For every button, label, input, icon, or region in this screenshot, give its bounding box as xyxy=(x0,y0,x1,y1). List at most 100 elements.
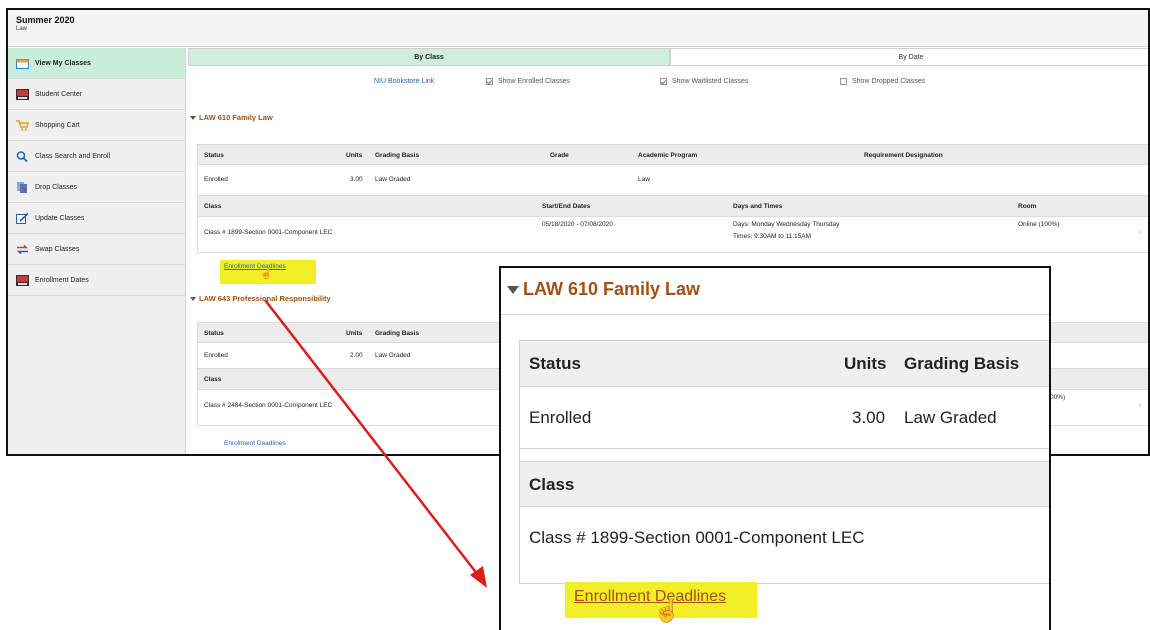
show-enrolled-checkbox[interactable]: Show Enrolled Classes xyxy=(486,78,570,85)
sidebar-item-class-search[interactable]: Class Search and Enroll xyxy=(8,141,185,172)
swap-icon xyxy=(16,244,29,255)
drop-classes-icon xyxy=(16,181,29,193)
calendar-dates-icon xyxy=(16,274,29,286)
sidebar-item-label: Update Classes xyxy=(35,214,85,222)
room-value: 00%) xyxy=(1050,394,1066,401)
sidebar-item-label: View My Classes xyxy=(35,59,91,67)
header-academic-program: Academic Program xyxy=(638,152,698,159)
sidebar-item-view-my-classes[interactable]: View My Classes xyxy=(8,48,185,79)
sidebar: View My Classes Student Center Shopping … xyxy=(8,48,186,454)
chevron-right-icon[interactable]: › xyxy=(1139,229,1141,236)
sidebar-item-label: Drop Classes xyxy=(35,183,78,191)
zoom-header-grading: Grading Basis xyxy=(904,354,1020,373)
zoom-callout: LAW 610 Family Law Status Units Grading … xyxy=(499,266,1051,630)
units-value: 3.00 xyxy=(350,176,363,183)
term-title: Summer 2020 xyxy=(16,15,75,25)
enrollment-deadlines-link[interactable]: Enrollment Deadlines xyxy=(224,440,286,447)
grid-header-row: Status Units Grading Basis Grade Academi… xyxy=(197,144,1148,165)
filter-label: Show Waitlisted Classes xyxy=(672,78,749,85)
header-dates: Start/End Dates xyxy=(542,203,591,210)
zoom-course-title: LAW 610 Family Law xyxy=(507,279,700,300)
enrollment-deadlines-link[interactable]: Enrollment Deadlines xyxy=(574,588,726,606)
sidebar-item-drop-classes[interactable]: Drop Classes xyxy=(8,172,185,203)
header-requirement: Requirement Designation xyxy=(864,152,943,159)
tab-by-date[interactable]: By Date xyxy=(670,48,1148,66)
class-value: Class # 2484-Section 0001-Component LEC xyxy=(204,402,333,409)
zoom-header-row: Class xyxy=(520,461,1049,507)
sidebar-item-label: Enrollment Dates xyxy=(35,276,89,284)
zoom-class-value: Class # 1899-Section 0001-Component LEC xyxy=(529,528,865,547)
zoom-header-status: Status xyxy=(529,354,581,373)
table-row: Enrolled 3.00 Law Graded Law xyxy=(197,165,1148,196)
sidebar-item-enrollment-dates[interactable]: Enrollment Dates xyxy=(8,265,185,296)
zoom-grid: Status Units Grading Basis Enrolled 3.00… xyxy=(519,340,1049,584)
header-class: Class xyxy=(204,203,222,210)
sidebar-item-shopping-cart[interactable]: Shopping Cart xyxy=(8,110,185,141)
calendar-icon xyxy=(16,58,29,69)
arrow-head-icon xyxy=(470,566,487,588)
view-tabs: By Class By Date xyxy=(188,48,1148,66)
course-title-text: LAW 643 Professional Responsibility xyxy=(199,294,331,303)
search-icon xyxy=(16,150,29,162)
header-grade: Grade xyxy=(550,152,569,159)
zoom-title-text: LAW 610 Family Law xyxy=(523,279,701,299)
term-subtitle: Law xyxy=(16,26,28,32)
course-title-text: LAW 610 Family Law xyxy=(199,113,273,122)
header-units: Units xyxy=(346,330,363,337)
filter-label: Show Dropped Classes xyxy=(852,78,926,85)
sidebar-item-update-classes[interactable]: Update Classes xyxy=(8,203,185,234)
grading-value: Law Graded xyxy=(375,352,411,359)
times-value: Times: 9:30AM to 11:15AM xyxy=(733,233,812,240)
status-value: Enrolled xyxy=(204,352,228,359)
header-units: Units xyxy=(346,152,363,159)
student-center-icon xyxy=(16,88,29,100)
sidebar-item-label: Swap Classes xyxy=(35,245,80,253)
zoom-units-value: 3.00 xyxy=(852,408,886,427)
grid-header-row: Class Start/End Dates Days and Times Roo… xyxy=(197,196,1148,217)
course-title-law610[interactable]: LAW 610 Family Law xyxy=(190,113,273,122)
course-title-law643[interactable]: LAW 643 Professional Responsibility xyxy=(190,294,331,303)
tab-by-class[interactable]: By Class xyxy=(188,48,670,66)
program-value: Law xyxy=(638,176,650,183)
hand-cursor-icon: ☝ xyxy=(260,269,273,280)
zoom-grading-value: Law Graded xyxy=(904,408,997,427)
bookstore-link[interactable]: NIU Bookstore Link xyxy=(374,78,434,85)
header-grading-basis: Grading Basis xyxy=(375,330,420,337)
collapse-triangle-icon[interactable] xyxy=(190,115,196,120)
header-days-times: Days and Times xyxy=(733,203,783,210)
show-dropped-checkbox[interactable]: Show Dropped Classes xyxy=(840,78,925,85)
checkbox-icon xyxy=(486,78,493,85)
room-value: Online (100%) xyxy=(1018,221,1060,228)
zoom-status-value: Enrolled xyxy=(529,408,592,427)
checkbox-icon xyxy=(840,78,847,85)
shopping-cart-icon xyxy=(16,119,29,131)
sidebar-item-label: Shopping Cart xyxy=(35,121,80,129)
sidebar-item-student-center[interactable]: Student Center xyxy=(8,79,185,110)
show-waitlisted-checkbox[interactable]: Show Waitlisted Classes xyxy=(660,78,748,85)
header-room: Room xyxy=(1018,203,1037,210)
table-row[interactable]: Class # 1899-Section 0001-Component LEC … xyxy=(197,217,1148,253)
filter-label: Show Enrolled Classes xyxy=(498,78,570,85)
zoom-header-row: Status Units Grading Basis xyxy=(520,341,1049,387)
collapse-triangle-icon[interactable] xyxy=(190,296,196,301)
course-grid-law610: Status Units Grading Basis Grade Academi… xyxy=(197,144,1148,253)
zoom-table-row: Class # 1899-Section 0001-Component LEC xyxy=(520,507,1049,569)
filter-bar: NIU Bookstore Link Show Enrolled Classes… xyxy=(188,76,1148,90)
days-value: Days: Monday Wednesday Thursday xyxy=(733,221,840,228)
header-status: Status xyxy=(204,152,224,159)
sidebar-item-label: Student Center xyxy=(35,90,83,98)
zoom-header-class: Class xyxy=(529,475,575,494)
enrollment-deadlines-link[interactable]: Enrollment Deadlines xyxy=(224,263,286,270)
edit-icon xyxy=(16,212,29,224)
sidebar-item-label: Class Search and Enroll xyxy=(35,152,111,160)
header-grading-basis: Grading Basis xyxy=(375,152,420,159)
chevron-right-icon[interactable]: › xyxy=(1139,402,1141,409)
zoom-header-units: Units xyxy=(844,354,887,373)
sidebar-item-swap-classes[interactable]: Swap Classes xyxy=(8,234,185,265)
term-header: Summer 2020 Law xyxy=(8,10,1148,47)
zoom-table-row: Enrolled 3.00 Law Graded xyxy=(520,387,1049,449)
class-value: Class # 1899-Section 0001-Component LEC xyxy=(204,229,333,236)
units-value: 2.00 xyxy=(350,352,363,359)
divider xyxy=(501,314,1049,315)
header-status: Status xyxy=(204,330,224,337)
